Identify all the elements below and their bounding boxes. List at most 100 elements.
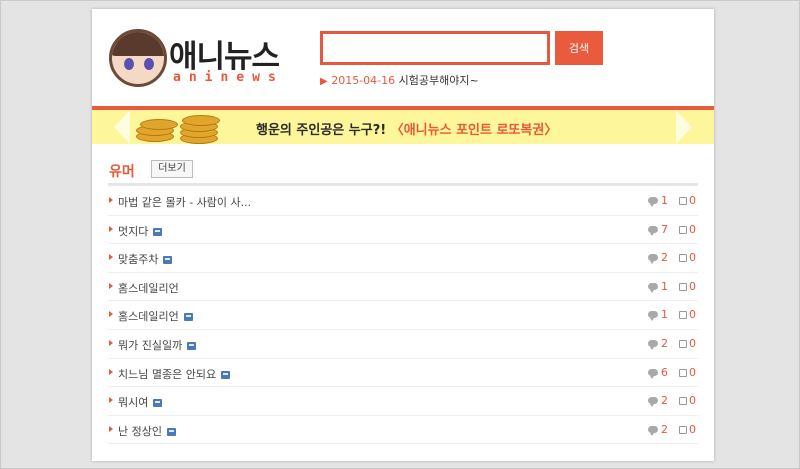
comment-icon [648,339,658,350]
image-attachment-icon [163,256,173,265]
comment-count: 6 [661,365,668,379]
like-count: 0 [689,222,696,236]
comment-icon [648,311,658,322]
bullet-icon [109,368,113,375]
post-stats: 70 [648,223,696,236]
image-attachment-icon [153,227,163,236]
bullet-icon [109,197,113,203]
post-title-link[interactable]: 홈스데일리언 [118,280,179,296]
more-button[interactable]: 더보기 [151,160,193,178]
thumbs-up-icon [679,397,687,406]
post-title: 멋지다 [118,224,149,238]
thumbs-up-icon [679,197,687,205]
post-stats: 20 [648,251,696,265]
list-item: 홈스데일리언 1 0 [108,273,698,302]
coins-image [136,113,232,144]
list-item: 뭐시여 2 0 [108,387,698,416]
list-item: 맞춤주차 2 0 [108,244,698,273]
bullet-icon [109,397,113,404]
comment-icon [648,197,658,207]
mascot-right-eye [144,58,154,70]
image-attachment-icon [221,370,231,379]
mascot-avatar [109,29,167,87]
like-count: 0 [689,336,696,350]
post-title: 홈스데일리언 [118,281,179,295]
thumbs-up-icon [679,225,687,234]
bullet-icon [109,254,113,261]
post-stats: 10 [648,308,696,322]
post-stats: 10 [648,280,696,293]
bullet-icon [109,282,113,289]
comment-count: 1 [661,279,668,293]
list-item: 뭐가 진실일까 2 0 [108,330,698,359]
comment-icon [648,425,658,436]
post-title-link[interactable]: 뭐시여 [118,394,163,410]
like-count: 0 [689,251,696,265]
post-title-link[interactable]: 뭐가 진실일까 [118,337,197,353]
like-count: 0 [689,365,696,379]
banner-highlight: 〈애니뉴스 포인트 로또복권〉 [390,123,558,138]
comment-count: 1 [661,194,668,207]
notice-date: 2015-04-16 [331,74,396,87]
post-title-link[interactable]: 치느님 멸종은 안되요 [118,366,231,382]
thumbs-up-icon [679,339,687,348]
search-button[interactable]: 검색 [555,31,603,65]
list-item: 마법 같은 몰카 - 사람이 사... 1 0 [108,187,698,216]
like-count: 0 [689,422,696,436]
logo-subtitle: aninews [173,70,284,85]
post-title: 난 정상인 [118,424,162,438]
site-logo[interactable]: 애니뉴스 aninews [109,27,289,93]
banner-text: 행운의 주인공은 누구?! 〈애니뉴스 포인트 로또복권〉 [256,119,557,138]
bullet-icon [109,425,113,432]
notice-text: 시험공부해야지~ [398,74,479,87]
comment-icon [648,254,658,265]
thumbs-up-icon [679,282,687,291]
post-stats: 20 [648,394,696,408]
image-attachment-icon [166,427,176,436]
post-title: 홈스데일리언 [118,310,179,324]
comment-icon [648,282,658,293]
search-input[interactable] [320,31,550,65]
comment-icon [648,368,658,379]
notice-arrow-icon: ▶ [320,76,328,87]
thumbs-up-icon [679,425,687,434]
post-stats: 60 [648,366,696,379]
thumbs-up-icon [679,311,687,320]
thumbs-up-icon [679,254,687,263]
post-stats: 20 [648,337,696,350]
mascot-hair [112,32,164,56]
image-attachment-icon [187,341,197,350]
post-title: 마법 같은 몰카 - 사람이 사... [118,196,252,209]
post-title: 뭐시여 [118,396,149,410]
list-item: 멋지다 7 0 [108,216,698,245]
post-title-link[interactable]: 마법 같은 몰카 - 사람이 사... [118,194,251,210]
post-title-link[interactable]: 멋지다 [118,223,163,239]
list-item: 난 정상인 2 0 [108,416,698,445]
post-title-link[interactable]: 홈스데일리언 [118,308,193,324]
post-title-link[interactable]: 난 정상인 [118,423,176,439]
browser-frame: 애니뉴스 aninews 검색 ▶ 2015-04-16 시험공부해야지~ 행운… [0,0,800,469]
section-title[interactable]: 유머 [109,161,135,181]
lotto-banner[interactable]: 행운의 주인공은 누구?! 〈애니뉴스 포인트 로또복권〉 [92,110,714,144]
post-stats: 10 [648,194,696,207]
list-item: 홈스데일리언 1 0 [108,301,698,330]
comment-icon [648,225,658,236]
like-count: 0 [689,394,696,408]
post-list: 마법 같은 몰카 - 사람이 사... 1 0 멋지다 7 0 맞춤주차 2 0 홈스데일리언 1 0… [108,187,698,445]
post-stats: 20 [648,423,696,436]
comment-icon [648,397,658,408]
comment-count: 2 [661,422,668,436]
bullet-icon [109,339,113,346]
notice-line[interactable]: ▶ 2015-04-16 시험공부해야지~ [320,72,479,88]
post-title-link[interactable]: 맞춤주차 [118,251,173,267]
list-item: 치느님 멸종은 안되요 6 0 [108,359,698,388]
bullet-icon [109,311,113,318]
like-count: 0 [689,308,696,322]
page-container: 애니뉴스 aninews 검색 ▶ 2015-04-16 시험공부해야지~ 행운… [92,9,714,461]
mascot-left-eye [124,58,134,70]
banner-headline: 행운의 주인공은 누구?! [256,123,387,138]
banner-right-chevron-icon [676,110,692,144]
comment-count: 1 [661,308,668,322]
like-count: 0 [689,194,696,207]
section-rule [108,183,698,186]
